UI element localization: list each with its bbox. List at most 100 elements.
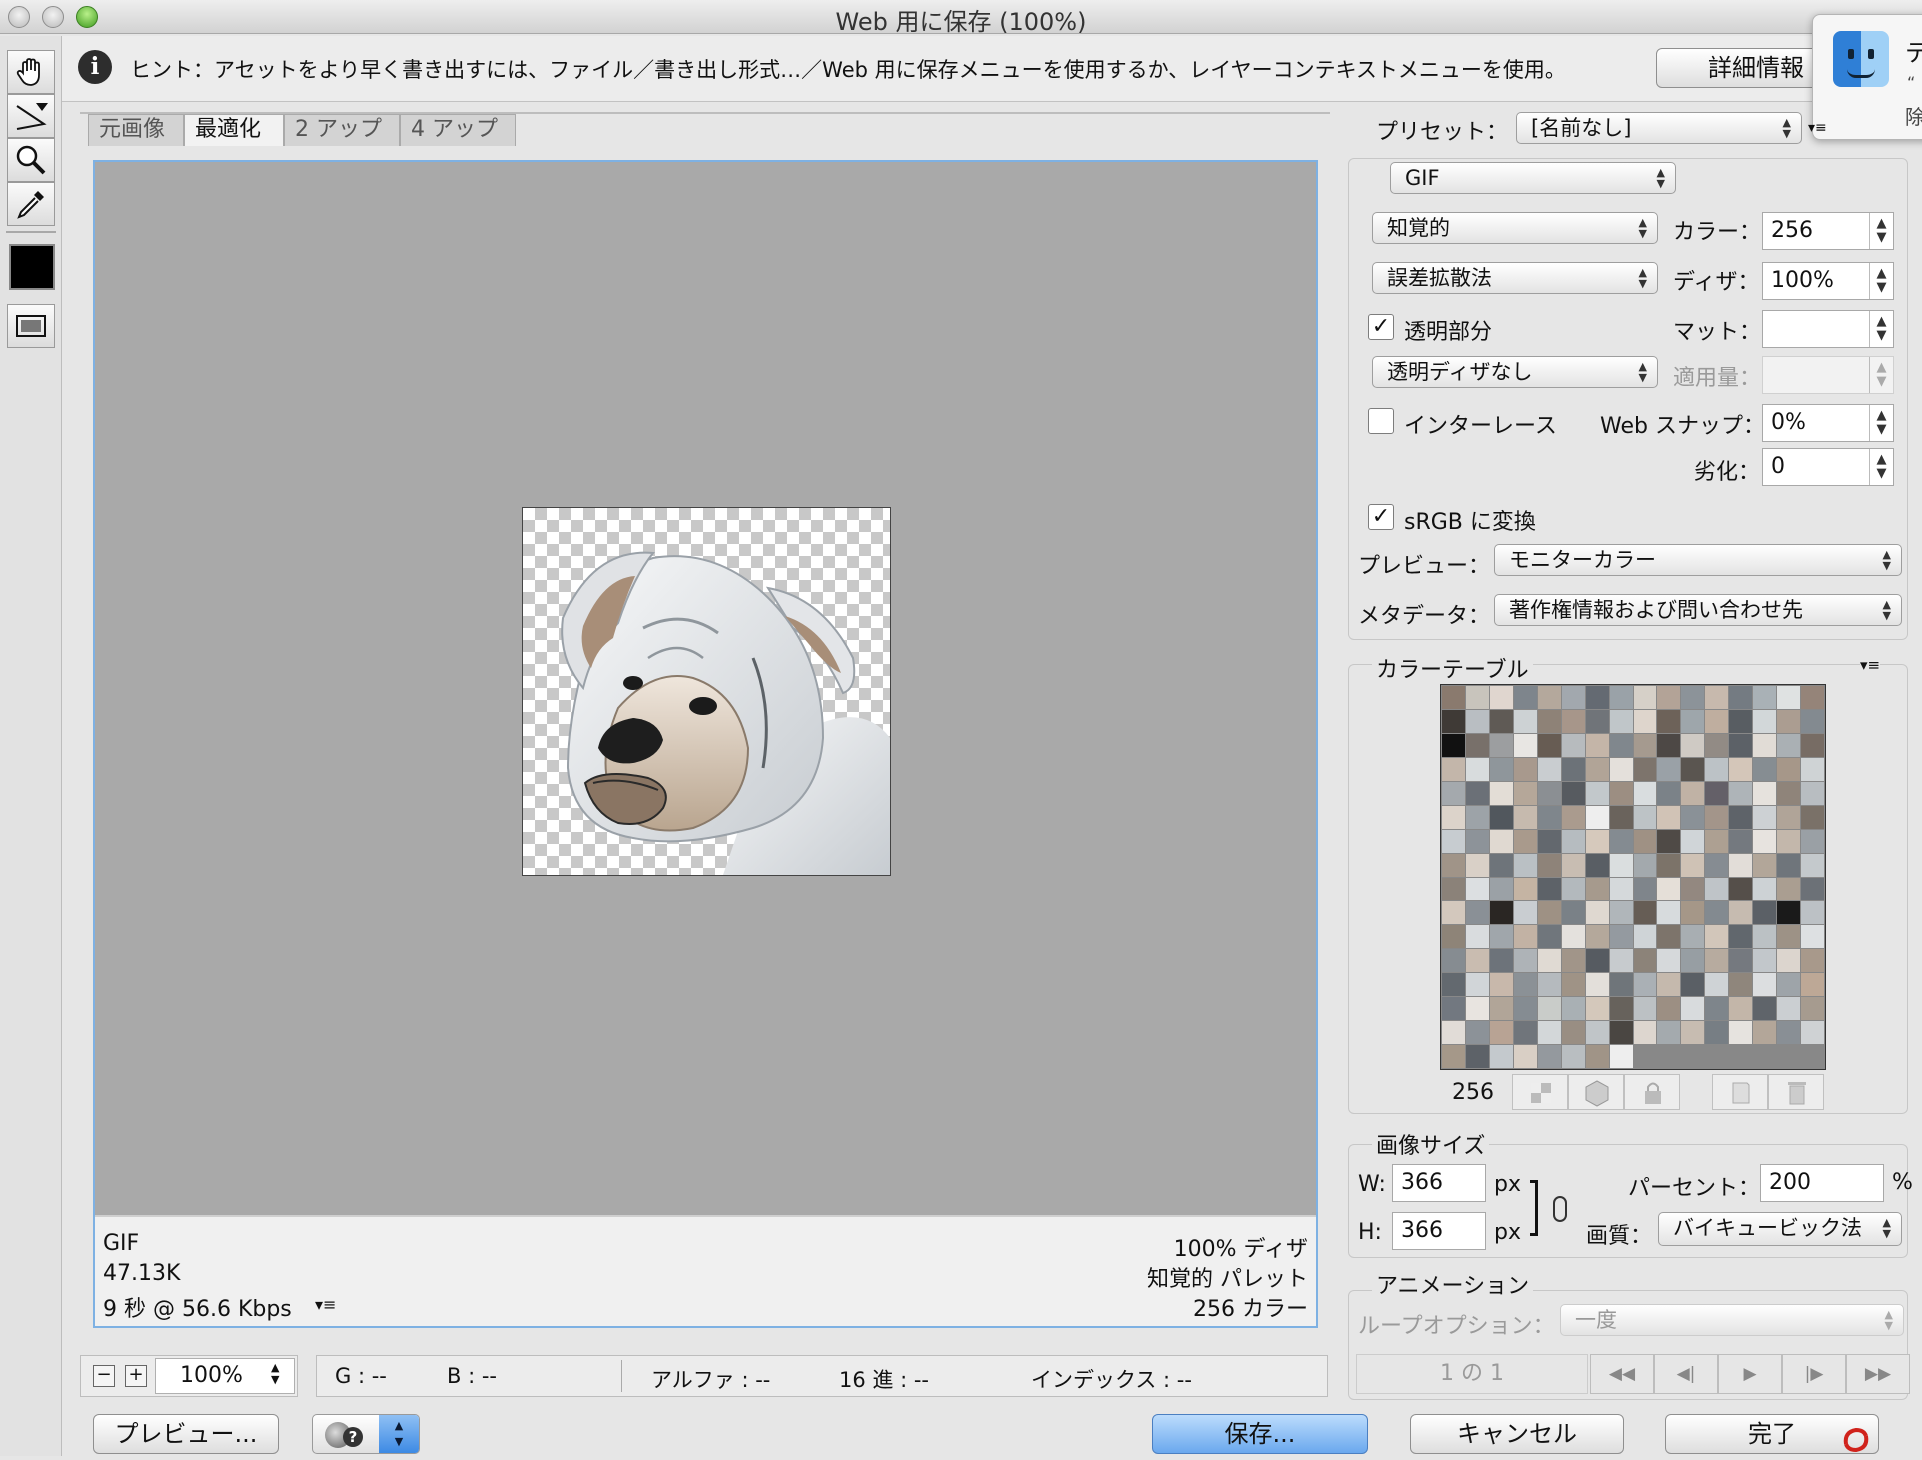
color-swatch[interactable] <box>1705 901 1729 925</box>
color-table-menu-icon[interactable]: ▾≡ <box>1860 656 1881 674</box>
color-swatch[interactable] <box>1705 733 1729 757</box>
color-swatch[interactable] <box>1561 925 1585 949</box>
next-frame-button[interactable]: |▶ <box>1782 1354 1846 1394</box>
color-swatch[interactable] <box>1489 805 1513 829</box>
color-swatch[interactable] <box>1609 709 1633 733</box>
color-swatch[interactable] <box>1753 781 1777 805</box>
color-swatch[interactable] <box>1681 733 1705 757</box>
color-swatch[interactable] <box>1561 686 1585 709</box>
color-swatch[interactable] <box>1585 877 1609 901</box>
color-swatch[interactable] <box>1777 781 1801 805</box>
transparency-dither-select[interactable]: 透明ディザなし ▲ ▼ <box>1372 356 1658 388</box>
color-swatch[interactable] <box>1465 805 1489 829</box>
tab-2-up[interactable]: 2 アップ <box>284 114 400 146</box>
color-swatch[interactable] <box>1489 973 1513 997</box>
color-reduction-select[interactable]: 知覚的 ▲ ▼ <box>1372 212 1658 244</box>
color-swatch[interactable] <box>1609 686 1633 709</box>
notification-popup[interactable]: テ “ 除 <box>1812 14 1922 140</box>
color-swatch[interactable] <box>1465 997 1489 1021</box>
color-swatch[interactable] <box>1657 853 1681 877</box>
color-swatch[interactable] <box>1633 781 1657 805</box>
color-swatch[interactable] <box>1801 853 1824 877</box>
color-swatch[interactable] <box>1657 805 1681 829</box>
color-swatch[interactable] <box>1489 829 1513 853</box>
color-swatch[interactable] <box>1442 686 1465 709</box>
zoom-out-button[interactable]: − <box>93 1365 115 1387</box>
tab-4-up[interactable]: 4 アップ <box>400 114 516 146</box>
color-swatch[interactable] <box>1777 805 1801 829</box>
color-swatch[interactable] <box>1465 1021 1489 1045</box>
color-swatch[interactable] <box>1705 757 1729 781</box>
colors-stepper-icon[interactable]: ▲ ▼ <box>1869 213 1893 249</box>
color-swatch[interactable] <box>1442 925 1465 949</box>
color-swatch[interactable] <box>1657 949 1681 973</box>
color-swatch[interactable] <box>1609 757 1633 781</box>
color-swatch[interactable] <box>1537 1045 1561 1068</box>
color-swatch[interactable] <box>1705 829 1729 853</box>
color-swatch[interactable] <box>1609 997 1633 1021</box>
matte-field[interactable]: ▲ ▼ <box>1762 310 1894 348</box>
color-swatch[interactable] <box>1537 757 1561 781</box>
color-swatch[interactable] <box>1585 1021 1609 1045</box>
preview-button[interactable]: プレビュー... <box>93 1414 279 1454</box>
color-swatch[interactable] <box>1442 1021 1465 1045</box>
color-swatch[interactable] <box>1633 853 1657 877</box>
delete-color-button[interactable] <box>1768 1074 1824 1110</box>
color-swatch[interactable] <box>1729 925 1753 949</box>
color-swatch[interactable] <box>1513 973 1537 997</box>
color-swatch[interactable] <box>1777 925 1801 949</box>
color-swatch[interactable] <box>1753 686 1777 709</box>
color-swatch[interactable] <box>1465 949 1489 973</box>
color-swatch[interactable] <box>1585 733 1609 757</box>
color-swatch[interactable] <box>1633 757 1657 781</box>
zoom-in-button[interactable]: + <box>125 1365 147 1387</box>
color-swatch[interactable] <box>1513 1021 1537 1045</box>
color-swatch[interactable] <box>1489 877 1513 901</box>
color-swatch[interactable] <box>1537 973 1561 997</box>
color-swatch[interactable] <box>1585 949 1609 973</box>
color-swatch[interactable] <box>1777 997 1801 1021</box>
colors-field[interactable]: 256 ▲ ▼ <box>1762 212 1894 250</box>
color-swatch[interactable] <box>1633 877 1657 901</box>
color-swatch[interactable] <box>1777 973 1801 997</box>
color-swatch[interactable] <box>1609 805 1633 829</box>
color-swatch[interactable] <box>1609 781 1633 805</box>
color-swatch[interactable] <box>1705 949 1729 973</box>
color-swatch[interactable] <box>1489 733 1513 757</box>
color-swatch[interactable] <box>1729 901 1753 925</box>
color-swatch[interactable] <box>1729 877 1753 901</box>
color-swatch[interactable] <box>1537 949 1561 973</box>
color-swatch[interactable] <box>1513 805 1537 829</box>
height-field[interactable]: 366 <box>1392 1212 1486 1250</box>
color-swatch[interactable] <box>1753 973 1777 997</box>
color-swatch[interactable] <box>1585 757 1609 781</box>
color-swatch[interactable] <box>1442 709 1465 733</box>
color-swatch[interactable] <box>1633 949 1657 973</box>
color-swatch[interactable] <box>1801 925 1824 949</box>
color-swatch[interactable] <box>1729 709 1753 733</box>
color-swatch[interactable] <box>1777 709 1801 733</box>
color-swatch[interactable] <box>1729 949 1753 973</box>
color-swatch[interactable] <box>1561 805 1585 829</box>
color-swatch[interactable] <box>1633 997 1657 1021</box>
color-swatch[interactable] <box>1489 997 1513 1021</box>
matte-stepper-icon[interactable]: ▲ ▼ <box>1869 311 1893 347</box>
color-swatch[interactable] <box>1585 1045 1609 1068</box>
color-swatch[interactable] <box>1753 757 1777 781</box>
color-swatch[interactable] <box>1777 757 1801 781</box>
save-button[interactable]: 保存... <box>1152 1414 1368 1454</box>
color-swatch[interactable] <box>1681 709 1705 733</box>
color-swatch[interactable] <box>1777 877 1801 901</box>
color-swatch[interactable] <box>1465 877 1489 901</box>
color-swatch[interactable] <box>1442 973 1465 997</box>
zoom-tool-button[interactable] <box>7 138 55 182</box>
color-swatch[interactable] <box>1442 949 1465 973</box>
color-swatch[interactable] <box>1729 757 1753 781</box>
color-swatch[interactable] <box>1585 997 1609 1021</box>
color-swatch[interactable] <box>1801 781 1824 805</box>
color-swatch[interactable] <box>1537 709 1561 733</box>
color-swatch[interactable] <box>1777 853 1801 877</box>
color-swatch[interactable] <box>1513 853 1537 877</box>
previous-frame-button[interactable]: ◀| <box>1654 1354 1718 1394</box>
color-swatch[interactable] <box>1442 901 1465 925</box>
